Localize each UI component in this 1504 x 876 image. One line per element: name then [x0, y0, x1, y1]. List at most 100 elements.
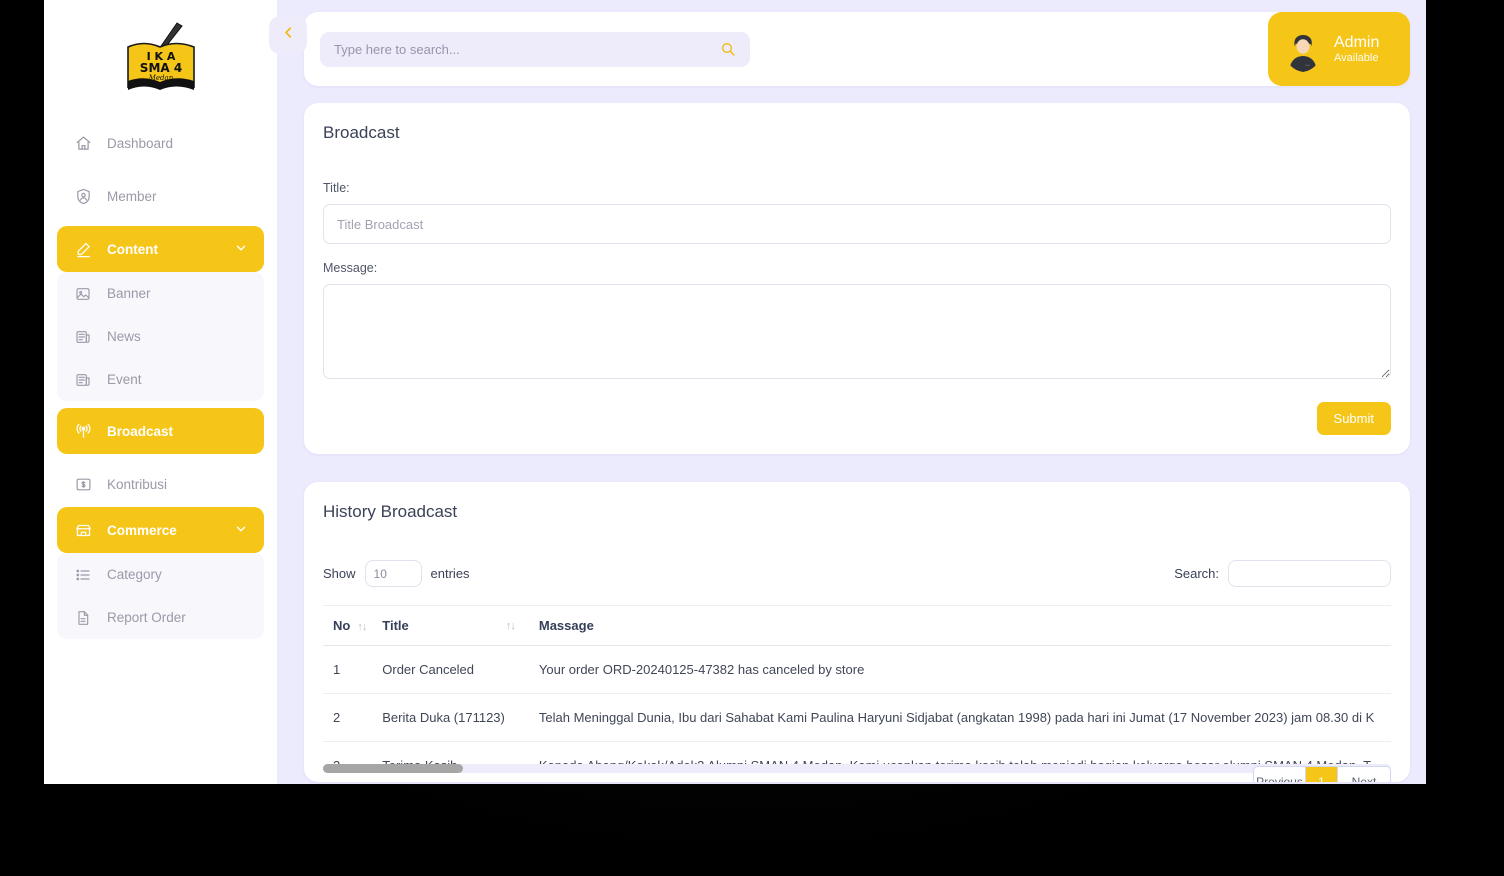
broadcast-message-textarea[interactable] — [323, 284, 1391, 379]
sidebar-item-label: Content — [107, 242, 158, 257]
cell-title: Terima Kasih — [382, 742, 539, 783]
svg-text:SMA 4: SMA 4 — [139, 61, 181, 75]
pagination-next[interactable]: Next — [1338, 767, 1390, 782]
sort-icon[interactable]: ↑↓ — [506, 620, 515, 632]
title-field-label: Title: — [323, 181, 1391, 195]
sidebar-collapse-button[interactable] — [269, 16, 307, 54]
sidebar: I K A SMA 4 Medan Dashboard Member — [44, 0, 277, 784]
nav-spacer — [44, 166, 277, 173]
main-content: Admin Available Broadcast Title: Message… — [277, 0, 1426, 784]
submit-row: Submit — [323, 402, 1391, 435]
content-submenu: Banner News Event — [57, 272, 264, 401]
sidebar-item-banner[interactable]: Banner — [57, 272, 264, 315]
image-icon — [73, 284, 93, 304]
sidebar-item-commerce[interactable]: Commerce — [57, 507, 264, 553]
cell-title: Order Canceled — [382, 646, 539, 694]
sidebar-item-label: Broadcast — [107, 424, 173, 439]
admin-name: Admin — [1334, 33, 1379, 52]
page-title: Broadcast — [323, 123, 1391, 143]
sidebar-item-label: Dashboard — [107, 136, 173, 151]
svg-text:Medan: Medan — [147, 74, 173, 82]
event-icon — [73, 370, 93, 390]
commerce-submenu: Category Report Order — [57, 553, 264, 639]
list-icon — [73, 565, 93, 585]
news-icon — [73, 327, 93, 347]
sidebar-item-label: Commerce — [107, 523, 177, 538]
show-label: Show — [323, 566, 356, 581]
sidebar-item-news[interactable]: News — [57, 315, 264, 358]
admin-status: Available — [1334, 52, 1379, 65]
sort-icon[interactable]: ↑↓ — [357, 621, 366, 633]
chevron-left-icon — [281, 25, 296, 45]
sidebar-item-event[interactable]: Event — [57, 358, 264, 401]
cell-no: 2 — [323, 694, 382, 742]
user-badge-icon — [73, 186, 93, 206]
sidebar-nav: Dashboard Member Content — [44, 120, 277, 639]
column-label: Title — [382, 618, 409, 633]
broadcast-title-input[interactable] — [323, 204, 1391, 244]
table-scroll-region: No ↑↓ Title ↑↓ Massage — [323, 605, 1391, 782]
broadcast-icon — [73, 421, 93, 441]
sidebar-item-label: Banner — [107, 286, 151, 301]
table-row[interactable]: 3 Terima Kasih Kepada Abang/Kakak/Adek2 … — [323, 742, 1391, 783]
cell-massage: Your order ORD-20240125-47382 has cancel… — [539, 646, 1391, 694]
pencil-icon — [73, 239, 93, 259]
table-body: 1 Order Canceled Your order ORD-20240125… — [323, 646, 1391, 783]
table-header-row: No ↑↓ Title ↑↓ Massage — [323, 606, 1391, 646]
sidebar-item-label: Event — [107, 372, 142, 387]
table-controls: Show entries Search: — [323, 560, 1391, 587]
nav-spacer — [44, 454, 277, 461]
table-head: No ↑↓ Title ↑↓ Massage — [323, 606, 1391, 646]
sidebar-item-broadcast[interactable]: Broadcast — [57, 408, 264, 454]
search-input[interactable] — [334, 42, 736, 57]
show-entries-control: Show entries — [323, 560, 470, 587]
submit-button[interactable]: Submit — [1317, 402, 1391, 435]
cell-massage: Telah Meninggal Dunia, Ibu dari Sahabat … — [539, 694, 1391, 742]
table-pagination: Previous 1 Next — [1253, 766, 1391, 782]
logo-ika-sma4-medan: I K A SMA 4 Medan — [120, 21, 202, 99]
entries-label: entries — [431, 566, 470, 581]
scrollbar-thumb[interactable] — [323, 764, 463, 773]
search-icon[interactable] — [720, 41, 736, 62]
column-header-title[interactable]: Title ↑↓ — [382, 606, 539, 646]
column-label: No — [333, 618, 350, 633]
sidebar-item-content[interactable]: Content — [57, 226, 264, 272]
sidebar-item-label: Kontribusi — [107, 477, 167, 492]
table-search-input[interactable] — [1228, 560, 1391, 587]
table-search-label: Search: — [1174, 566, 1219, 581]
topbar: Admin Available — [304, 12, 1410, 86]
column-header-no[interactable]: No ↑↓ — [323, 606, 382, 646]
column-header-massage[interactable]: Massage — [539, 606, 1391, 646]
avatar — [1280, 26, 1326, 72]
avatar-icon — [1280, 26, 1326, 72]
nav-spacer — [44, 219, 277, 226]
admin-info: Admin Available — [1334, 33, 1379, 65]
sidebar-item-label: Member — [107, 189, 157, 204]
money-icon — [73, 474, 93, 494]
table-horizontal-scrollbar[interactable] — [323, 764, 1391, 773]
cell-title: Berita Duka (171123) — [382, 694, 539, 742]
sidebar-item-category[interactable]: Category — [57, 553, 264, 596]
sidebar-item-report-order[interactable]: Report Order — [57, 596, 264, 639]
history-title: History Broadcast — [323, 502, 1391, 522]
history-broadcast-table: No ↑↓ Title ↑↓ Massage — [323, 605, 1391, 782]
table-row[interactable]: 1 Order Canceled Your order ORD-20240125… — [323, 646, 1391, 694]
entries-per-page-input[interactable] — [365, 560, 422, 587]
sidebar-item-dashboard[interactable]: Dashboard — [57, 120, 264, 166]
app-logo[interactable]: I K A SMA 4 Medan — [44, 0, 277, 120]
admin-profile-chip[interactable]: Admin Available — [1268, 12, 1410, 86]
pagination-previous[interactable]: Previous — [1254, 767, 1306, 782]
chevron-down-icon — [234, 522, 248, 539]
home-icon — [73, 133, 93, 153]
sidebar-item-label: News — [107, 329, 141, 344]
sidebar-item-member[interactable]: Member — [57, 173, 264, 219]
sidebar-item-kontribusi[interactable]: Kontribusi — [57, 461, 264, 507]
column-label: Massage — [539, 618, 594, 633]
table-row[interactable]: 2 Berita Duka (171123) Telah Meninggal D… — [323, 694, 1391, 742]
pagination-page-1[interactable]: 1 — [1306, 767, 1338, 782]
chevron-down-icon — [234, 241, 248, 258]
cell-no: 3 — [323, 742, 382, 783]
global-search[interactable] — [320, 32, 750, 67]
history-broadcast-card: History Broadcast Show entries Search: — [304, 482, 1410, 782]
sidebar-item-label: Report Order — [107, 610, 186, 625]
